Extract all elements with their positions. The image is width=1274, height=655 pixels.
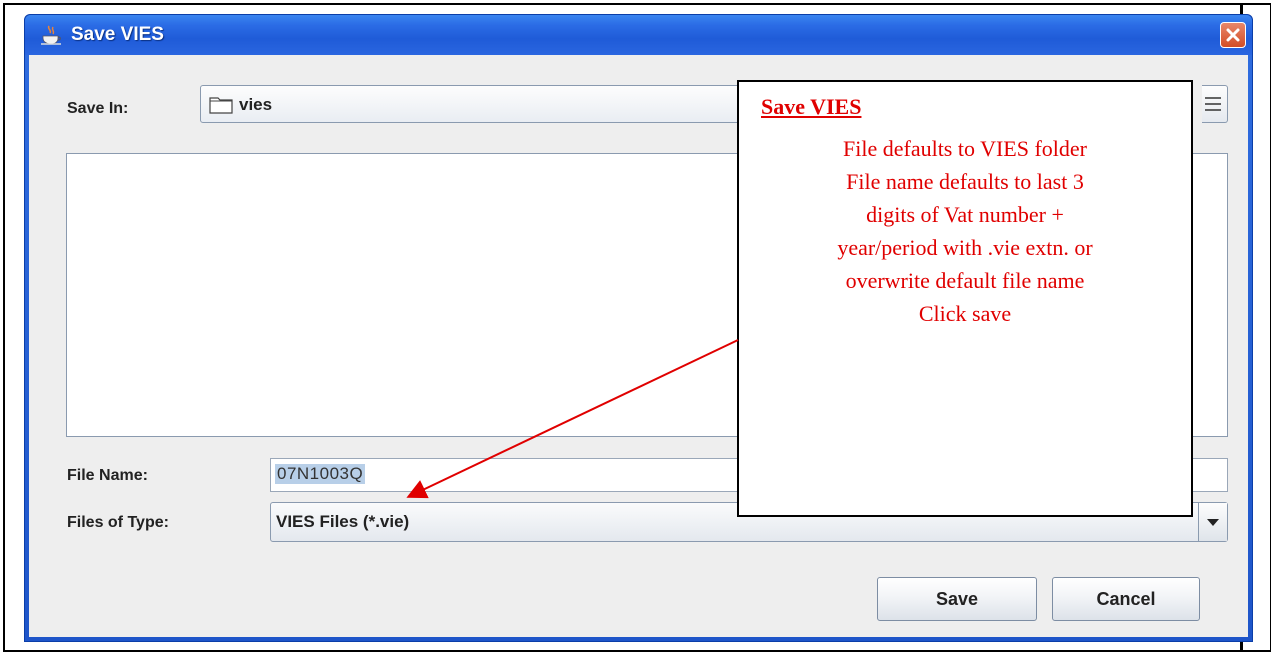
annotation-line: digits of Vat number + [866,202,1064,227]
annotation-callout: Save VIES File defaults to VIES folder F… [737,80,1193,517]
close-icon [1226,28,1240,42]
files-of-type-label: Files of Type: [67,514,169,531]
details-view-button[interactable] [1202,85,1228,123]
cancel-button[interactable]: Cancel [1052,577,1200,621]
java-cup-icon [41,25,61,45]
folder-icon [209,97,233,114]
close-button[interactable] [1220,22,1246,48]
annotation-line: year/period with .vie extn. or [837,235,1093,260]
save-button[interactable]: Save [877,577,1037,621]
annotation-line: overwrite default file name [845,268,1085,293]
annotation-line: File defaults to VIES folder [843,136,1087,161]
page-border-right-outer [1270,3,1271,652]
files-of-type-value: VIES Files (*.vie) [276,512,410,531]
annotation-line: File name defaults to last 3 [846,169,1084,194]
title-bar[interactable]: Save VIES [25,15,1252,55]
dialog-title: Save VIES [71,24,164,45]
annotation-title: Save VIES [761,94,862,119]
save-in-label: Save In: [67,100,129,117]
save-in-combo[interactable]: vies [200,85,748,123]
file-name-value: 07N1003Q [275,464,366,484]
annotation-body: File defaults to VIES folder File name d… [739,132,1191,330]
details-view-icon [1205,97,1221,111]
page-border-bottom [3,650,1271,652]
file-name-label: File Name: [67,467,148,484]
annotation-line: Click save [918,301,1012,326]
chevron-down-icon[interactable] [1198,503,1227,541]
page-border-top [3,3,1271,5]
page-border-left [3,3,5,652]
save-in-value: vies [239,95,273,114]
